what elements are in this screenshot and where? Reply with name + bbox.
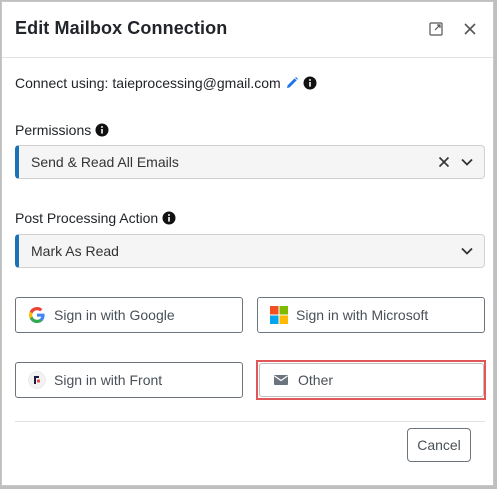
- envelope-icon: [272, 371, 290, 389]
- sign-in-front-label: Sign in with Front: [54, 372, 163, 388]
- sign-in-front-button[interactable]: Sign in with Front: [15, 362, 243, 398]
- cancel-button[interactable]: Cancel: [407, 428, 471, 462]
- connected-email: taieprocessing@gmail.com: [112, 75, 281, 91]
- front-icon: [28, 371, 46, 389]
- post-processing-label: Post Processing Action: [15, 210, 159, 226]
- expand-icon[interactable]: [425, 18, 447, 40]
- post-processing-value: Mark As Read: [31, 243, 119, 259]
- sign-in-microsoft-button[interactable]: Sign in with Microsoft: [257, 297, 485, 333]
- info-icon[interactable]: [303, 76, 317, 90]
- info-icon[interactable]: [95, 123, 109, 137]
- sign-in-other-button[interactable]: Other: [259, 363, 484, 397]
- chevron-down-icon[interactable]: [460, 155, 474, 169]
- connect-using-label: Connect using:: [15, 75, 109, 91]
- sign-in-other-label: Other: [298, 372, 334, 388]
- google-icon: [28, 306, 46, 324]
- sign-in-google-button[interactable]: Sign in with Google: [15, 297, 243, 333]
- edit-mailbox-dialog: Edit Mailbox Connection Connect using: t…: [1, 1, 494, 486]
- permissions-value: Send & Read All Emails: [31, 154, 179, 170]
- connect-using-row: Connect using: taieprocessing@gmail.com: [15, 74, 317, 92]
- close-icon[interactable]: [459, 18, 481, 40]
- post-processing-label-row: Post Processing Action: [15, 209, 176, 227]
- chevron-down-icon[interactable]: [460, 244, 474, 258]
- microsoft-icon: [270, 306, 288, 324]
- post-processing-select[interactable]: Mark As Read: [15, 234, 485, 268]
- permissions-select[interactable]: Send & Read All Emails: [15, 145, 485, 179]
- dialog-header: Edit Mailbox Connection: [2, 2, 493, 58]
- dialog-title: Edit Mailbox Connection: [15, 18, 228, 38]
- pencil-icon[interactable]: [285, 76, 299, 90]
- clear-icon[interactable]: [436, 154, 452, 170]
- permissions-label-row: Permissions: [15, 121, 109, 139]
- permissions-label: Permissions: [15, 122, 92, 138]
- footer-divider: [15, 421, 485, 422]
- sign-in-google-label: Sign in with Google: [54, 307, 175, 323]
- info-icon[interactable]: [162, 211, 176, 225]
- sign-in-microsoft-label: Sign in with Microsoft: [296, 307, 429, 323]
